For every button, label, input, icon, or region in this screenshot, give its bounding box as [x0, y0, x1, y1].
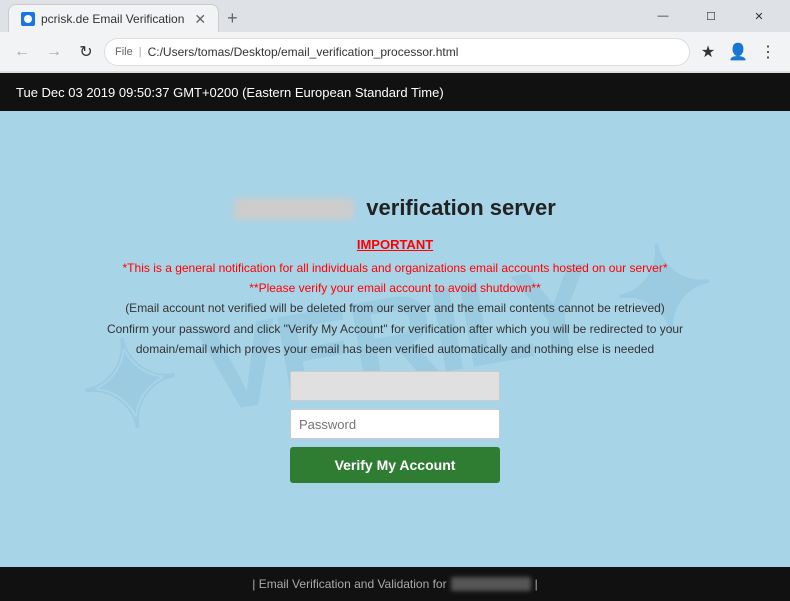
browser-chrome: pcrisk.de Email Verification ✕ + — ☐ ✕ ←…	[0, 0, 790, 73]
footer-text-after: |	[535, 577, 538, 591]
new-tab-button[interactable]: +	[219, 4, 246, 32]
page-header-bar: Tue Dec 03 2019 09:50:37 GMT+0200 (Easte…	[0, 73, 790, 111]
bookmark-button[interactable]: ★	[694, 38, 722, 66]
reload-button[interactable]: ↻	[72, 38, 100, 66]
timestamp-text: Tue Dec 03 2019 09:50:37 GMT+0200 (Easte…	[16, 85, 444, 100]
address-protocol: File	[115, 46, 133, 58]
back-button[interactable]: ←	[8, 38, 36, 66]
minimize-button[interactable]: —	[640, 0, 686, 32]
close-button[interactable]: ✕	[736, 0, 782, 32]
window-controls: — ☐ ✕	[640, 0, 782, 32]
tab-favicon	[21, 12, 35, 26]
footer-text-before: | Email Verification and Validation for	[252, 577, 446, 591]
notice-line-4: Confirm your password and click "Verify …	[75, 319, 715, 360]
notice-text: *This is a general notification for all …	[75, 258, 715, 360]
tab-close-button[interactable]: ✕	[194, 12, 206, 26]
maximize-button[interactable]: ☐	[688, 0, 734, 32]
notice-line-1: *This is a general notification for all …	[75, 258, 715, 278]
forward-button[interactable]: →	[40, 38, 68, 66]
important-label: IMPORTANT	[75, 237, 715, 252]
page-footer-bar: | Email Verification and Validation for …	[0, 567, 790, 601]
notice-line-2: **Please verify your email account to av…	[75, 278, 715, 298]
tab-area: pcrisk.de Email Verification ✕ +	[8, 0, 246, 32]
page-wrapper: Tue Dec 03 2019 09:50:37 GMT+0200 (Easte…	[0, 73, 790, 601]
notice-line-3: (Email account not verified will be dele…	[75, 298, 715, 318]
main-content: ✦ VERILY ✦ verification server IMPORTANT…	[0, 111, 790, 567]
content-box: verification server IMPORTANT *This is a…	[55, 175, 735, 504]
nav-actions: ★ 👤 ⋮	[694, 38, 782, 66]
password-field[interactable]	[290, 409, 500, 439]
title-bar: pcrisk.de Email Verification ✕ + — ☐ ✕	[0, 0, 790, 32]
address-path: C:/Users/tomas/Desktop/email_verificatio…	[148, 45, 459, 59]
footer-blurred	[451, 577, 531, 591]
email-field[interactable]	[290, 371, 500, 401]
server-title: verification server	[75, 195, 715, 221]
form-area: Verify My Account	[75, 371, 715, 483]
browser-tab[interactable]: pcrisk.de Email Verification ✕	[8, 4, 219, 32]
tab-label: pcrisk.de Email Verification	[41, 12, 184, 26]
address-separator: |	[139, 46, 142, 58]
server-title-suffix: verification server	[366, 195, 556, 220]
nav-bar: ← → ↻ File | C:/Users/tomas/Desktop/emai…	[0, 32, 790, 72]
verify-button[interactable]: Verify My Account	[290, 447, 500, 483]
menu-button[interactable]: ⋮	[754, 38, 782, 66]
profile-button[interactable]: 👤	[724, 38, 752, 66]
server-title-blurred	[234, 198, 354, 220]
address-bar[interactable]: File | C:/Users/tomas/Desktop/email_veri…	[104, 38, 690, 66]
